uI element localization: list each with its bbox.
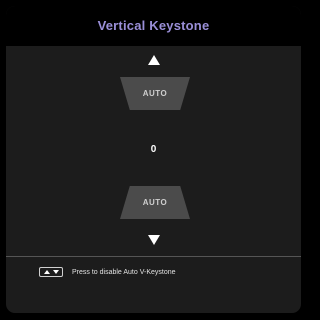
dialog-title: Vertical Keystone <box>97 18 210 33</box>
keystone-bottom-shape: AUTO <box>120 186 190 219</box>
keystone-value: 0 <box>150 144 157 155</box>
keystone-top-label: AUTO <box>142 89 168 98</box>
title-bar: Vertical Keystone <box>6 6 301 46</box>
decrease-arrow-icon[interactable] <box>148 235 160 245</box>
keystone-osd-panel: Vertical Keystone AUTO 0 AUTO Press to d… <box>6 6 301 313</box>
keystone-bottom-label: AUTO <box>142 198 168 207</box>
increase-arrow-icon[interactable] <box>148 55 160 65</box>
key-up-arrow-icon <box>43 270 50 274</box>
footer-divider <box>6 256 301 257</box>
hint-text: Press to disable Auto V-Keystone <box>72 268 176 276</box>
keystone-top-shape: AUTO <box>120 77 190 110</box>
footer-hint: Press to disable Auto V-Keystone <box>39 265 176 279</box>
key-down-arrow-icon <box>52 270 59 274</box>
up-down-key-icon <box>39 267 63 277</box>
